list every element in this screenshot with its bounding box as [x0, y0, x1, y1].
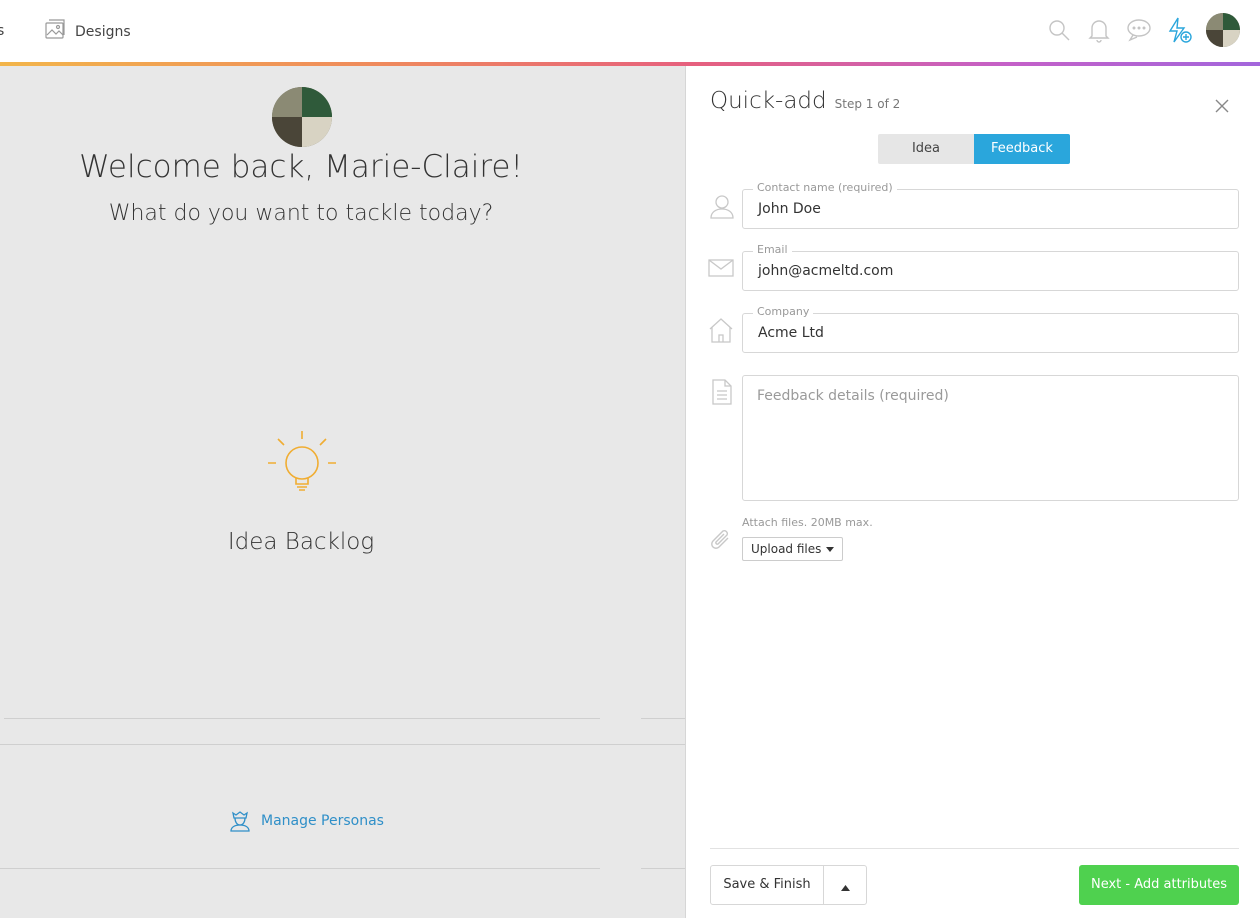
save-options-toggle[interactable]: [824, 866, 866, 904]
quick-add-icon[interactable]: [1166, 13, 1192, 47]
profile-avatar: [272, 87, 332, 147]
image-icon: [43, 18, 67, 46]
panel-header: Quick-add Step 1 of 2: [710, 88, 900, 114]
welcome-heading: Welcome back, Marie-Claire!: [79, 149, 523, 185]
close-icon[interactable]: [1214, 98, 1230, 118]
caret-up-icon: [840, 876, 850, 895]
type-toggle: Idea Feedback: [878, 134, 1070, 164]
search-icon[interactable]: [1046, 13, 1072, 47]
divider: [641, 868, 685, 869]
persona-icon: [228, 806, 252, 836]
welcome-subheading: What do you want to tackle today?: [108, 201, 494, 226]
nav-item-designs-label: Designs: [75, 24, 131, 40]
caret-down-icon: [826, 542, 835, 556]
nav-item-partial[interactable]: s: [0, 23, 4, 39]
bell-icon[interactable]: [1086, 13, 1112, 47]
manage-personas-link[interactable]: Manage Personas: [228, 806, 384, 836]
dashboard-area: Welcome back, Marie-Claire! What do you …: [0, 66, 685, 918]
nav-item-designs[interactable]: Designs: [43, 18, 131, 46]
company-label: Company: [753, 305, 814, 318]
idea-backlog-label[interactable]: Idea Backlog: [0, 529, 602, 555]
divider: [641, 718, 685, 719]
email-value: john@acmeltd.com: [758, 263, 894, 279]
contact-name-label: Contact name (required): [753, 181, 897, 194]
panel-title: Quick-add: [710, 88, 827, 114]
email-field[interactable]: Email john@acmeltd.com: [742, 243, 1239, 291]
contact-name-value: John Doe: [758, 201, 821, 217]
lightbulb-icon[interactable]: [266, 429, 338, 505]
envelope-icon: [708, 258, 734, 282]
quick-add-panel: Quick-add Step 1 of 2 Idea Feedback Cont…: [685, 66, 1260, 918]
chat-icon[interactable]: [1126, 13, 1152, 47]
company-field[interactable]: Company Acme Ltd: [742, 305, 1239, 353]
feedback-details-placeholder: Feedback details (required): [757, 388, 949, 404]
user-avatar[interactable]: [1206, 13, 1240, 47]
upload-files-button[interactable]: Upload files: [742, 537, 844, 561]
divider: [0, 868, 600, 869]
divider: [4, 718, 600, 719]
attach-hint: Attach files. 20MB max.: [742, 516, 873, 529]
save-split-button: Save & Finish: [710, 865, 867, 905]
contact-name-field[interactable]: Contact name (required) John Doe: [742, 181, 1239, 229]
tab-idea[interactable]: Idea: [878, 134, 974, 164]
house-icon: [708, 316, 734, 348]
paperclip-icon: [708, 528, 734, 558]
next-add-attributes-button[interactable]: Next - Add attributes: [1079, 865, 1239, 905]
top-nav: s Designs: [0, 0, 1260, 62]
tab-feedback[interactable]: Feedback: [974, 134, 1070, 164]
footer-divider: [710, 848, 1239, 849]
company-value: Acme Ltd: [758, 325, 824, 341]
save-finish-button[interactable]: Save & Finish: [711, 866, 824, 904]
divider: [0, 744, 685, 745]
step-indicator: Step 1 of 2: [834, 97, 901, 111]
document-icon: [711, 378, 733, 410]
manage-personas-label: Manage Personas: [261, 813, 384, 829]
feedback-details-field[interactable]: Feedback details (required): [742, 375, 1239, 501]
upload-files-label: Upload files: [751, 542, 822, 556]
email-label: Email: [753, 243, 792, 256]
person-icon: [708, 192, 736, 224]
